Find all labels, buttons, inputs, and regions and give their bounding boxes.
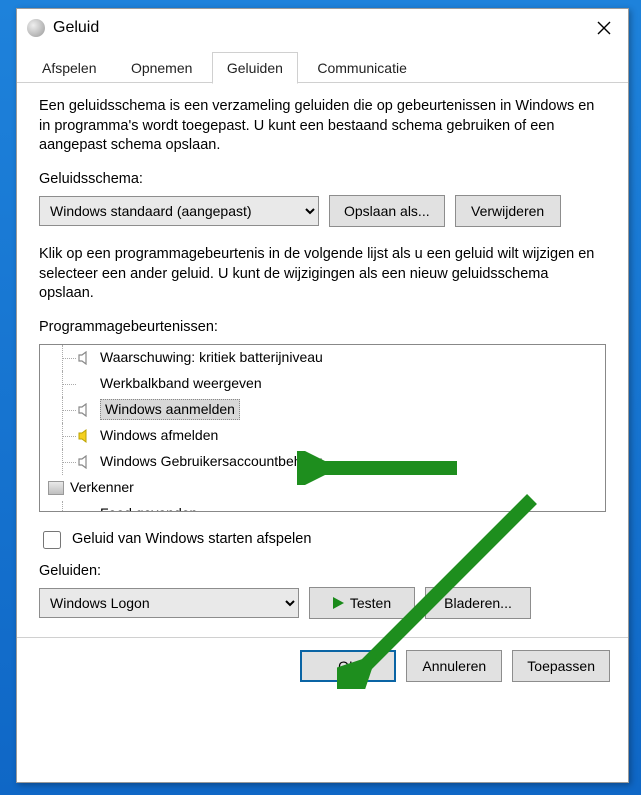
speaker-none-icon	[78, 507, 94, 512]
tab-afspelen[interactable]: Afspelen	[27, 52, 111, 84]
intro-text: Een geluidsschema is een verzameling gel…	[39, 97, 606, 156]
dialog-footer: OK Annuleren Toepassen	[17, 638, 628, 698]
tab-panel: Een geluidsschema is een verzameling gel…	[17, 83, 628, 638]
events-intro: Klik op een programmagebeurtenis in de v…	[39, 245, 606, 304]
close-icon	[597, 21, 611, 35]
scheme-label: Geluidsschema:	[39, 170, 606, 190]
startup-sound-checkbox[interactable]: Geluid van Windows starten afspelen	[39, 528, 606, 552]
ok-button[interactable]: OK	[300, 650, 396, 682]
events-listbox[interactable]: Waarschuwing: kritiek batterijniveau Wer…	[39, 344, 606, 512]
browse-button[interactable]: Bladeren...	[425, 587, 531, 619]
save-as-button[interactable]: Opslaan als...	[329, 195, 445, 227]
titlebar: Geluid	[17, 9, 628, 47]
speaker-icon	[78, 351, 94, 365]
app-icon	[27, 19, 45, 37]
events-label: Programmagebeurtenissen:	[39, 318, 606, 338]
apply-button[interactable]: Toepassen	[512, 650, 610, 682]
close-button[interactable]	[586, 13, 622, 43]
tab-communicatie[interactable]: Communicatie	[302, 52, 421, 84]
tab-geluiden[interactable]: Geluiden	[212, 52, 298, 84]
checkbox-label: Geluid van Windows starten afspelen	[72, 530, 311, 550]
sounds-label: Geluiden:	[39, 562, 606, 582]
scheme-select[interactable]: Windows standaard (aangepast)	[39, 196, 319, 226]
tab-strip: Afspelen Opnemen Geluiden Communicatie	[17, 51, 628, 83]
tab-opnemen[interactable]: Opnemen	[116, 52, 207, 84]
folder-icon	[48, 481, 64, 495]
event-label: Windows Gebruikersaccountbeheer	[100, 452, 322, 471]
event-label: Windows aanmelden	[100, 399, 240, 420]
startup-sound-input[interactable]	[43, 531, 61, 549]
event-group[interactable]: Verkenner	[40, 475, 605, 501]
event-item[interactable]: Werkbalkband weergeven	[40, 371, 605, 397]
event-label: Werkbalkband weergeven	[100, 374, 262, 393]
event-item[interactable]: Windows afmelden	[40, 423, 605, 449]
window-title: Geluid	[53, 19, 586, 37]
event-label: Windows afmelden	[100, 426, 218, 445]
event-item[interactable]: Feed gevonden	[40, 501, 605, 512]
speaker-yellow-icon	[78, 429, 94, 443]
test-label: Testen	[350, 595, 391, 611]
delete-button[interactable]: Verwijderen	[455, 195, 561, 227]
cancel-button[interactable]: Annuleren	[406, 650, 502, 682]
speaker-none-icon	[78, 377, 94, 391]
event-label: Waarschuwing: kritiek batterijniveau	[100, 348, 323, 367]
event-item-selected[interactable]: Windows aanmelden	[40, 397, 605, 423]
event-item[interactable]: Waarschuwing: kritiek batterijniveau	[40, 345, 605, 371]
event-label: Feed gevonden	[100, 504, 197, 511]
test-button[interactable]: Testen	[309, 587, 415, 619]
speaker-icon	[78, 455, 94, 469]
event-item[interactable]: Windows Gebruikersaccountbeheer	[40, 449, 605, 475]
sound-dialog: Geluid Afspelen Opnemen Geluiden Communi…	[16, 8, 629, 783]
sounds-select[interactable]: Windows Logon	[39, 588, 299, 618]
play-icon	[333, 597, 344, 609]
event-group-label: Verkenner	[70, 478, 134, 497]
speaker-icon	[78, 403, 94, 417]
